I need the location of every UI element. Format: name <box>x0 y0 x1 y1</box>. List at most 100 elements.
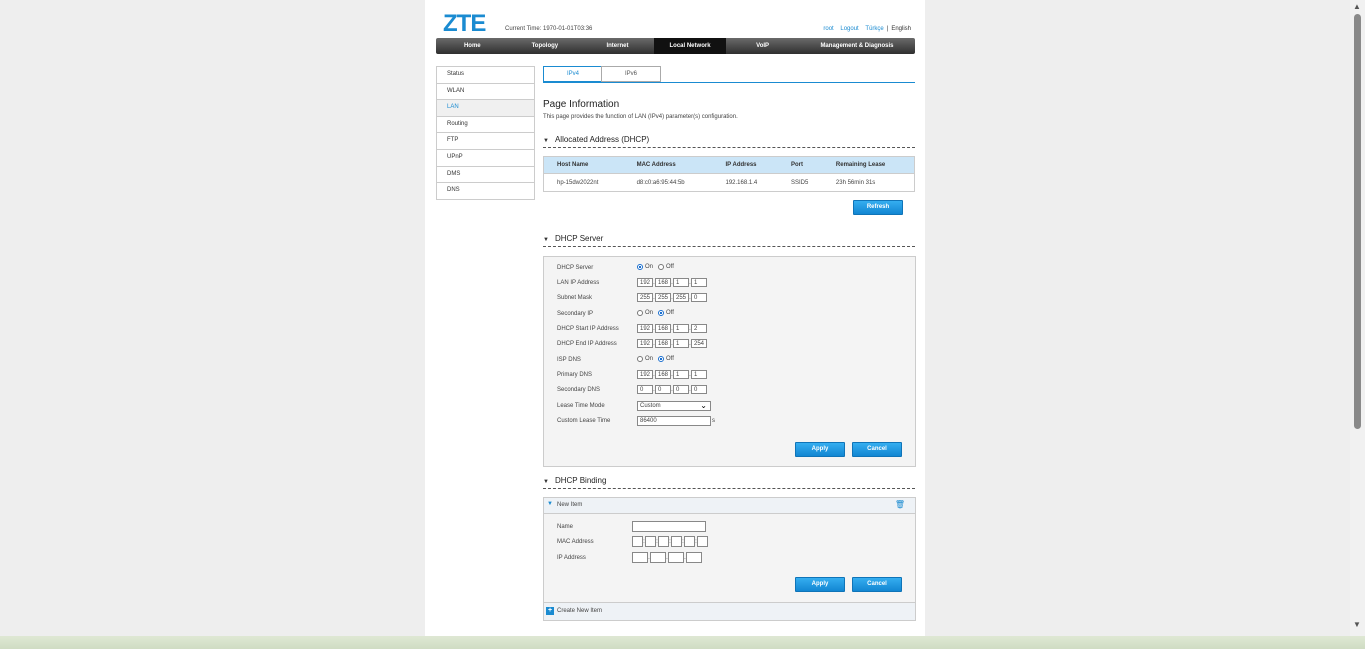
binding-name-input[interactable] <box>632 521 706 532</box>
tab-ipv4[interactable]: IPv4 <box>543 66 603 82</box>
table-header: Host Name MAC Address IP Address Port Re… <box>543 156 915 174</box>
end-ip-octet-4[interactable]: 254 <box>691 339 707 348</box>
mac-octet-3[interactable] <box>658 536 669 547</box>
binding-name-wrap <box>632 521 706 532</box>
on-label: On <box>645 264 654 270</box>
binding-ip-octet-2[interactable] <box>650 552 666 563</box>
off-label: Off <box>666 356 674 362</box>
mac-octet-5[interactable] <box>684 536 695 547</box>
dhcp-binding-section-header[interactable]: ▼ DHCP Binding <box>543 476 915 489</box>
mac-octet-1[interactable] <box>632 536 643 547</box>
dhcp-cancel-button[interactable]: Cancel <box>852 442 902 457</box>
scroll-thumb[interactable] <box>1354 14 1361 429</box>
secondary-ip-on-radio[interactable] <box>637 310 643 316</box>
label-isp-dns: ISP DNS <box>557 357 581 363</box>
nav-local-network[interactable]: Local Network <box>653 38 727 54</box>
lan-ip-octet-1[interactable]: 192 <box>637 278 653 287</box>
lang-en-link[interactable]: English <box>891 26 911 32</box>
scroll-down-icon[interactable]: ▼ <box>1353 620 1361 629</box>
mac-octet-6[interactable] <box>697 536 708 547</box>
sidebar: Status WLAN LAN Routing FTP UPnP DMS DNS <box>436 66 535 200</box>
start-ip-octet-1[interactable]: 192 <box>637 324 653 333</box>
isp-dns-off-radio[interactable] <box>658 356 665 362</box>
end-ip-octet-1[interactable]: 192 <box>637 339 653 348</box>
refresh-button[interactable]: Refresh <box>853 200 903 215</box>
scroll-up-icon[interactable]: ▲ <box>1353 2 1361 11</box>
nav-home[interactable]: Home <box>436 38 509 54</box>
sidebar-item-wlan[interactable]: WLAN <box>437 84 534 101</box>
dhcp-server-on-radio[interactable] <box>637 264 643 270</box>
page-description: This page provides the function of LAN (… <box>543 114 738 120</box>
lease-mode-wrap: Custom ⌄ <box>637 401 711 411</box>
label-end-ip: DHCP End IP Address <box>557 341 617 347</box>
header: ZTE Current Time: 1970-01-01T03:36 root … <box>425 0 925 40</box>
label-secondary-dns: Secondary DNS <box>557 387 601 393</box>
dhcp-apply-button[interactable]: Apply <box>795 442 845 457</box>
dhcp-server-off-radio[interactable] <box>658 264 665 270</box>
lan-ip-octet-2[interactable]: 168 <box>655 278 671 287</box>
dhcp-server-form: DHCP Server On Off LAN IP Address 192. 1… <box>543 256 916 467</box>
subnet-octet-4[interactable]: 0 <box>691 293 707 302</box>
main-nav: Home Topology Internet Local Network VoI… <box>436 38 915 54</box>
subnet-octet-3[interactable]: 255 <box>673 293 689 302</box>
user-link[interactable]: root <box>823 26 833 32</box>
binding-ip-octet-1[interactable] <box>632 552 648 563</box>
start-ip-octet-3[interactable]: 1 <box>673 324 689 333</box>
secondary-ip-off-radio[interactable] <box>658 310 665 316</box>
secondary-dns-octet-3[interactable]: 0 <box>673 385 689 394</box>
isp-dns-on-radio[interactable] <box>637 356 643 362</box>
sidebar-item-status[interactable]: Status <box>437 67 534 84</box>
sidebar-item-dns[interactable]: DNS <box>437 183 534 199</box>
vertical-scrollbar[interactable]: ▲ ▼ <box>1350 0 1365 636</box>
label-lease-mode: Lease Time Mode <box>557 403 605 409</box>
subnet-octet-2[interactable]: 255 <box>655 293 671 302</box>
lease-mode-select[interactable]: Custom ⌄ <box>637 401 711 411</box>
off-label: Off <box>666 264 674 270</box>
allocated-section-header[interactable]: ▼ Allocated Address (DHCP) <box>543 135 915 148</box>
sidebar-item-ftp[interactable]: FTP <box>437 133 534 150</box>
binding-ip-octet-3[interactable] <box>668 552 684 563</box>
binding-apply-button[interactable]: Apply <box>795 577 845 592</box>
dhcp-server-section-header[interactable]: ▼ DHCP Server <box>543 234 915 247</box>
mac-octet-4[interactable] <box>671 536 682 547</box>
start-ip-octet-2[interactable]: 168 <box>655 324 671 333</box>
primary-dns-octet-4[interactable]: 1 <box>691 370 707 379</box>
binding-cancel-button[interactable]: Cancel <box>852 577 902 592</box>
lan-ip-octet-4[interactable]: 1 <box>691 278 707 287</box>
new-item-header[interactable]: ▼ New Item 🗑 <box>544 498 915 514</box>
sidebar-item-dms[interactable]: DMS <box>437 167 534 184</box>
logout-link[interactable]: Logout <box>840 26 858 32</box>
secondary-dns-octet-1[interactable]: 0 <box>637 385 653 394</box>
nav-topology[interactable]: Topology <box>509 38 582 54</box>
sidebar-item-upnp[interactable]: UPnP <box>437 150 534 167</box>
secondary-dns-octet-4[interactable]: 0 <box>691 385 707 394</box>
binding-mac-field: : : : : : <box>632 536 708 547</box>
end-ip-octet-3[interactable]: 1 <box>673 339 689 348</box>
lan-ip-octet-3[interactable]: 1 <box>673 278 689 287</box>
label-start-ip: DHCP Start IP Address <box>557 326 619 332</box>
create-new-item-row[interactable]: + Create New Item <box>544 602 915 620</box>
lang-tr-link[interactable]: Türkçe <box>865 26 883 32</box>
binding-ip-octet-4[interactable] <box>686 552 702 563</box>
start-ip-octet-4[interactable]: 2 <box>691 324 707 333</box>
dhcp-binding-form: ▼ New Item 🗑 Name MAC Address : : : : : … <box>543 497 916 621</box>
nav-management[interactable]: Management & Diagnosis <box>799 38 915 54</box>
secondary-dns-octet-2[interactable]: 0 <box>655 385 671 394</box>
end-ip-octet-2[interactable]: 168 <box>655 339 671 348</box>
trash-icon[interactable]: 🗑 <box>895 500 905 509</box>
collapse-arrow-icon: ▼ <box>543 479 549 485</box>
custom-lease-input[interactable]: 86400 <box>637 416 711 426</box>
off-label: Off <box>666 310 674 316</box>
nav-internet[interactable]: Internet <box>581 38 654 54</box>
sidebar-item-lan[interactable]: LAN <box>437 100 534 117</box>
primary-dns-octet-2[interactable]: 168 <box>655 370 671 379</box>
primary-dns-octet-3[interactable]: 1 <box>673 370 689 379</box>
binding-ip-field: . . . <box>632 552 702 563</box>
mac-octet-2[interactable] <box>645 536 656 547</box>
nav-voip[interactable]: VoIP <box>726 38 799 54</box>
tab-ipv6[interactable]: IPv6 <box>601 66 661 82</box>
subnet-octet-1[interactable]: 255 <box>637 293 653 302</box>
primary-dns-octet-1[interactable]: 192 <box>637 370 653 379</box>
allocated-title: Allocated Address (DHCP) <box>554 135 650 144</box>
sidebar-item-routing[interactable]: Routing <box>437 117 534 134</box>
